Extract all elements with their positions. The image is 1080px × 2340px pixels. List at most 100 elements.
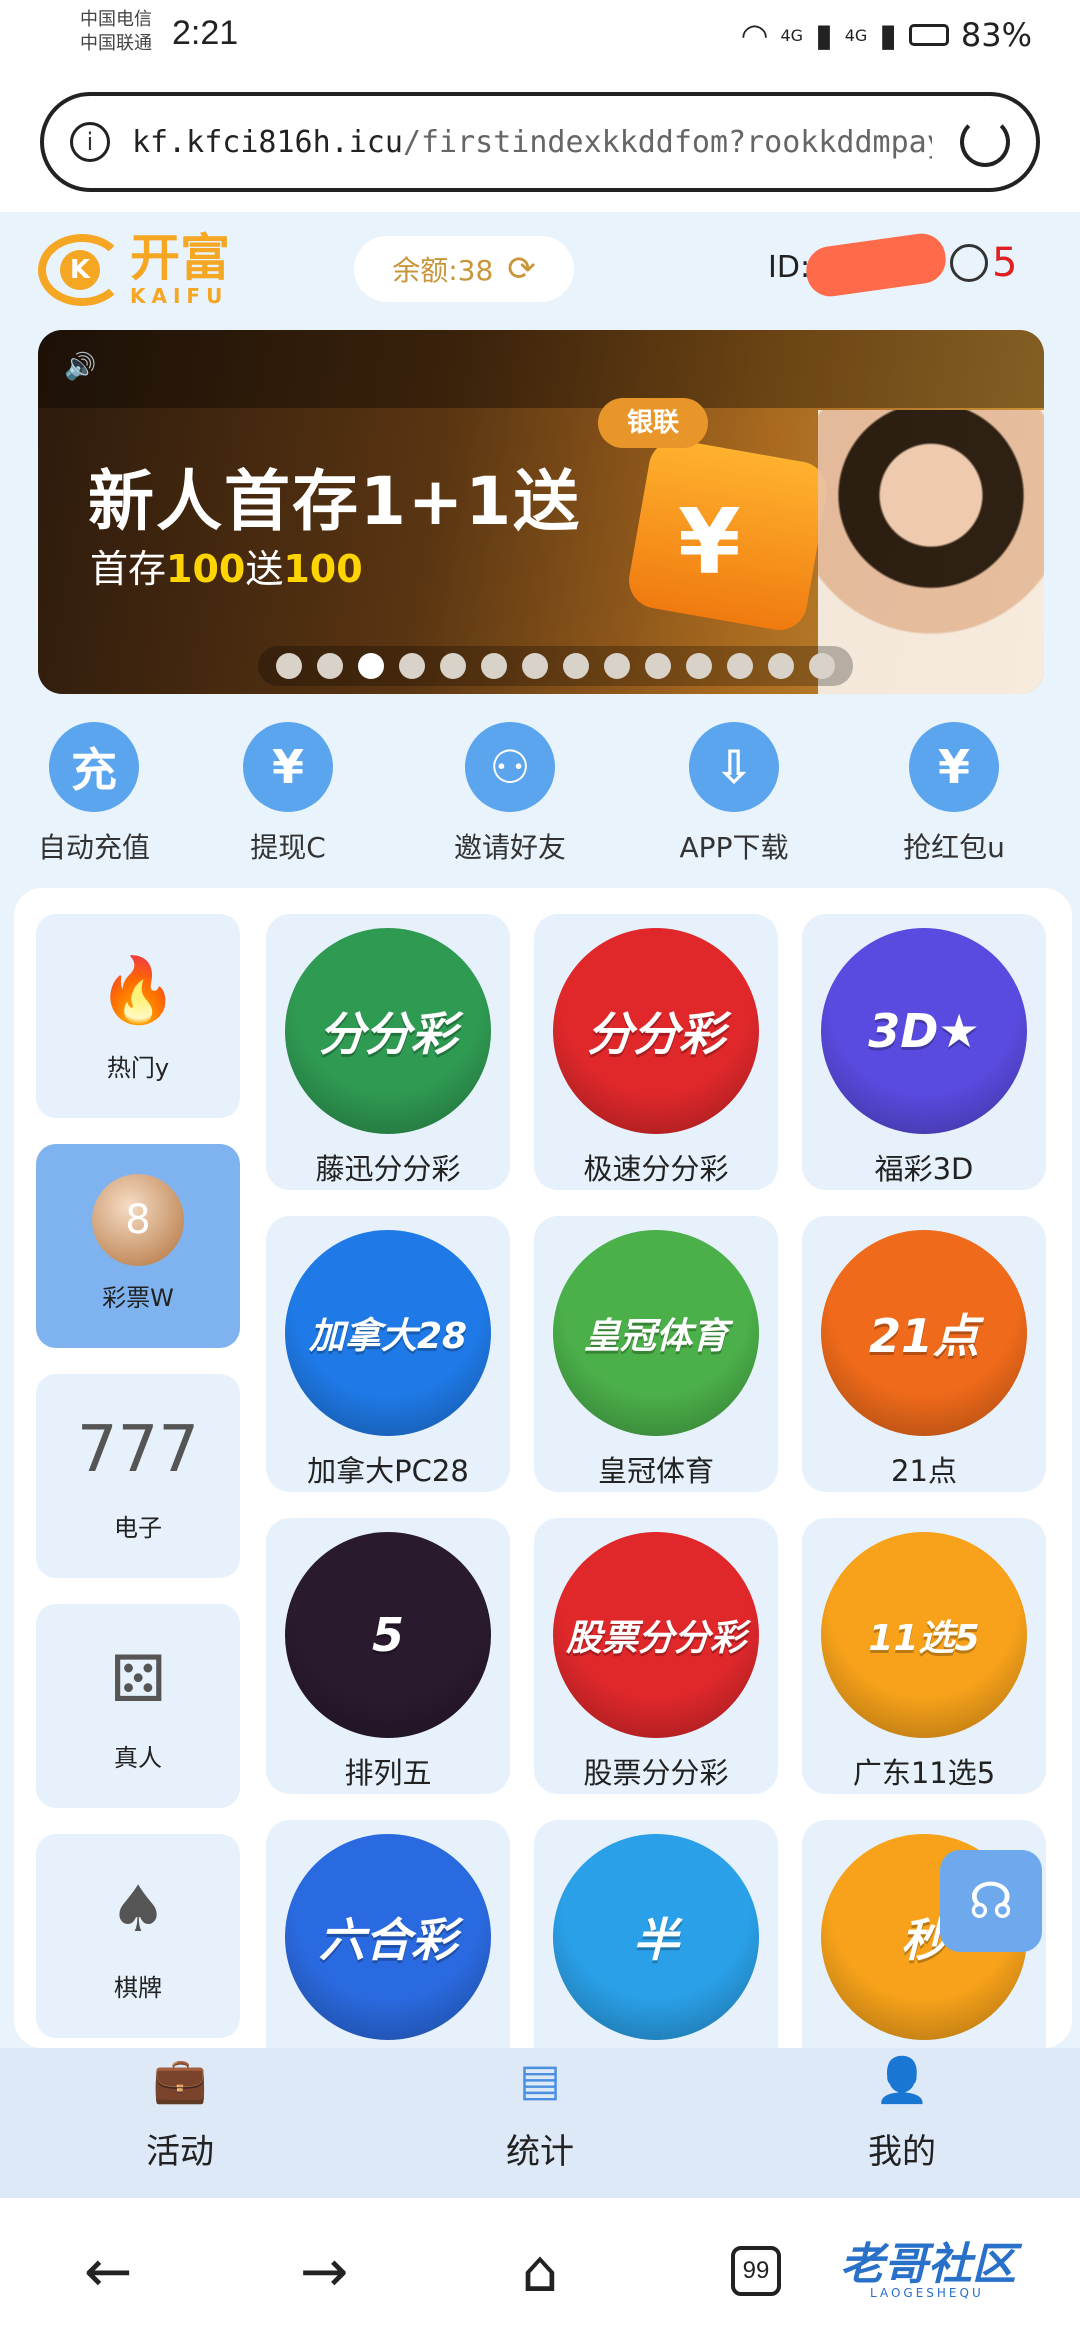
game-label: 21点 — [891, 1454, 957, 1488]
network-2: 4G — [844, 25, 868, 45]
balance-pill[interactable]: 余额:38 ⟳ — [354, 236, 574, 302]
pagination-dot[interactable] — [727, 653, 753, 679]
briefcase-icon: 💼 — [152, 2055, 208, 2106]
game-card[interactable]: 21点 21点 — [802, 1216, 1046, 1492]
game-label: 藤迅分分彩 — [315, 1152, 461, 1186]
game-card[interactable]: 11选5 广东11选5 — [802, 1518, 1046, 1794]
chat-icon — [950, 244, 988, 282]
game-logo: 分分彩 — [553, 928, 759, 1134]
tabs-button[interactable]: 99 — [716, 2236, 796, 2306]
game-card[interactable]: 股票分分彩 股票分分彩 — [534, 1518, 778, 1794]
back-icon[interactable]: ← — [68, 2236, 148, 2306]
reload-icon[interactable] — [960, 117, 1010, 167]
tab-label: 我的 — [868, 2132, 936, 2172]
category-lottery-ball[interactable]: 8 彩票W — [36, 1144, 240, 1348]
pagination-dot[interactable] — [317, 653, 343, 679]
url-text[interactable]: kf.kfci816h.icu/firstindexkkddfom?rookkd… — [132, 125, 932, 160]
category-label: 棋牌 — [114, 1974, 162, 2002]
pagination-dot[interactable] — [440, 653, 466, 679]
carrier-1: 中国电信 — [80, 9, 152, 30]
quick-action-money-bag[interactable]: ¥ 提现C — [208, 722, 368, 866]
signal-icon: ▮ — [815, 16, 833, 54]
game-label: 排列五 — [344, 1756, 432, 1790]
refresh-icon[interactable]: ⟳ — [507, 249, 536, 289]
promo-banner[interactable]: 🔊 新人首存1+1送 首存100送100 ¥ 银联 — [38, 330, 1044, 694]
quick-action-cloud-download[interactable]: ⇩ APP下载 — [654, 722, 814, 866]
game-logo: 3D★ — [821, 928, 1027, 1134]
user-icon: 👤 — [874, 2055, 930, 2106]
site-logo[interactable]: K 开富 KAIFU — [38, 232, 230, 308]
quick-action-red-envelope[interactable]: ¥ 抢红包u — [874, 722, 1034, 866]
carrier-2: 中国联通 — [80, 33, 152, 54]
category-label: 热门y — [106, 1054, 170, 1082]
game-label: 加拿大PC28 — [307, 1454, 469, 1488]
pagination-dot[interactable] — [604, 653, 630, 679]
game-card[interactable]: 5 排列五 — [266, 1518, 510, 1794]
pagination-dot[interactable] — [645, 653, 671, 679]
info-icon[interactable]: i — [70, 122, 110, 162]
tab-document[interactable]: ▤ 统计 — [440, 2052, 640, 2173]
game-logo: 六合彩 — [285, 1834, 491, 2040]
banner-sub-prefix: 首存 — [90, 547, 167, 591]
pagination-dot[interactable] — [686, 653, 712, 679]
game-card[interactable]: 分分彩 极速分分彩 — [534, 914, 778, 1190]
flame-icon: 🔥 — [98, 953, 178, 1028]
home-icon[interactable]: ⌂ — [500, 2236, 580, 2306]
logo-en: KAIFU — [130, 284, 229, 308]
game-card[interactable]: 3D★ 福彩3D — [802, 914, 1046, 1190]
cloud-download-icon: ⇩ — [689, 722, 779, 812]
quick-action-invite-friends[interactable]: ⚇ 邀请好友 — [430, 722, 590, 866]
pagination-dot[interactable] — [522, 653, 548, 679]
game-card[interactable]: 分分彩 藤迅分分彩 — [266, 914, 510, 1190]
banner-subtitle: 首存100送100 — [90, 538, 363, 593]
watermark: 老哥社区 — [840, 2239, 1016, 2290]
tab-count: 99 — [731, 2246, 781, 2296]
category-flame[interactable]: 🔥 热门y — [36, 914, 240, 1118]
battery-percent: 83% — [960, 16, 1032, 54]
red-envelope-icon: ¥ — [909, 722, 999, 812]
unionpay-tag: 银联 — [598, 398, 708, 448]
game-logo: 21点 — [821, 1230, 1027, 1436]
game-label: 皇冠体育 — [597, 1454, 714, 1488]
game-label: 福彩3D — [874, 1152, 974, 1186]
message-count: 5 — [992, 240, 1018, 286]
document-icon: ▤ — [519, 2054, 561, 2106]
invite-friends-icon: ⚇ — [465, 722, 555, 812]
game-label: 极速分分彩 — [583, 1152, 729, 1186]
tab-label: 统计 — [506, 2132, 574, 2172]
quick-action-recharge[interactable]: 充自动充值 — [14, 722, 174, 866]
messages-button[interactable]: 5 — [950, 240, 1017, 286]
customer-support-icon[interactable]: ☊ — [940, 1850, 1042, 1952]
pagination-dot[interactable] — [809, 653, 835, 679]
tab-briefcase[interactable]: 💼 活动 — [80, 2052, 280, 2173]
pagination-dot[interactable] — [399, 653, 425, 679]
game-card[interactable]: 加拿大28 加拿大PC28 — [266, 1216, 510, 1492]
pagination-dot[interactable] — [481, 653, 507, 679]
game-label: 股票分分彩 — [583, 1756, 729, 1790]
logo-mark-letter: K — [60, 250, 100, 290]
banner-amount-2: 100 — [283, 547, 363, 591]
category-slot-machine[interactable]: 777 电子 — [36, 1374, 240, 1578]
tab-user[interactable]: 👤 我的 — [802, 2052, 1002, 2173]
carrier-info: 中国电信 中国联通 — [80, 8, 152, 56]
game-logo: 分分彩 — [285, 928, 491, 1134]
game-card[interactable]: 皇冠体育 皇冠体育 — [534, 1216, 778, 1492]
banner-sub-mid: 送 — [245, 547, 284, 591]
dice-icon: ⚄ — [110, 1643, 166, 1717]
category-playing-cards[interactable]: ♠ 棋牌 — [36, 1834, 240, 2038]
banner-amount-1: 100 — [166, 547, 246, 591]
status-time: 2:21 — [172, 14, 239, 52]
banner-model-image — [818, 410, 1044, 694]
pagination-dot[interactable] — [768, 653, 794, 679]
forward-icon[interactable]: → — [284, 2236, 364, 2306]
game-logo: 股票分分彩 — [553, 1532, 759, 1738]
pagination-dot[interactable] — [358, 653, 384, 679]
banner-notice-strip — [38, 330, 1044, 408]
pagination-dot[interactable] — [276, 653, 302, 679]
pagination-dot[interactable] — [563, 653, 589, 679]
address-bar[interactable]: i kf.kfci816h.icu/firstindexkkddfom?rook… — [40, 92, 1040, 192]
battery-icon — [908, 24, 949, 46]
category-dice[interactable]: ⚄ 真人 — [36, 1604, 240, 1808]
banner-pagination — [258, 646, 853, 686]
recharge-icon: 充 — [49, 722, 139, 812]
